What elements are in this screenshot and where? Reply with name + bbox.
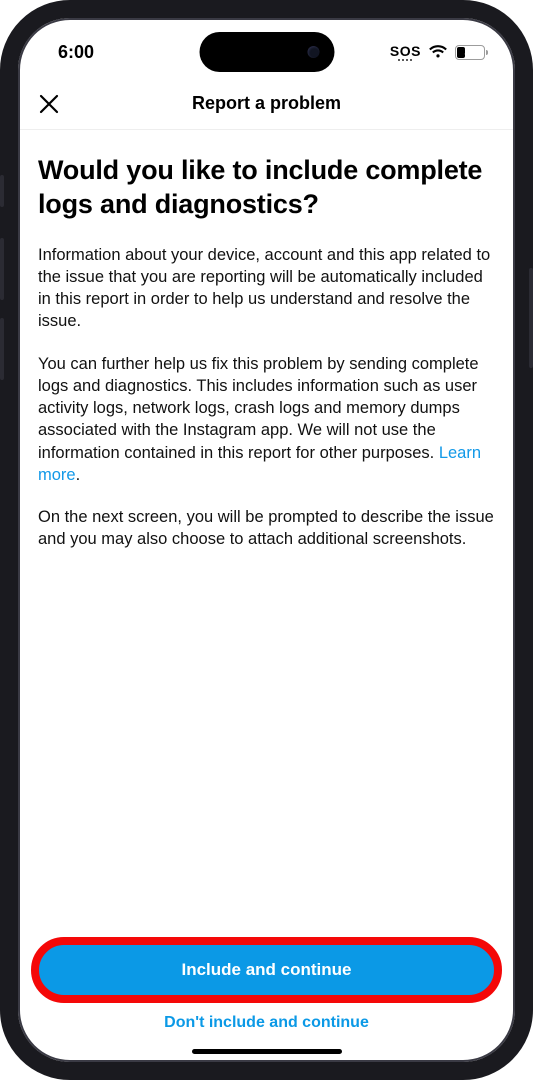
battery-percent: 27 xyxy=(456,47,484,58)
paragraph-1: Information about your device, account a… xyxy=(38,244,495,333)
content-area: Would you like to include complete logs … xyxy=(18,130,515,944)
headline: Would you like to include complete logs … xyxy=(38,154,495,222)
include-continue-button[interactable]: Include and continue xyxy=(38,944,495,996)
paragraph-3: On the next screen, you will be prompted… xyxy=(38,506,495,551)
status-time: 6:00 xyxy=(58,42,94,63)
dont-include-continue-button[interactable]: Don't include and continue xyxy=(156,1010,377,1036)
sos-indicator: SOS xyxy=(390,44,421,61)
wifi-icon xyxy=(428,45,448,59)
footer-actions: Include and continue Don't include and c… xyxy=(18,944,515,1062)
page-title: Report a problem xyxy=(18,93,515,114)
status-right: SOS 27 xyxy=(390,44,485,61)
battery-icon: 27 xyxy=(455,45,485,60)
home-indicator[interactable] xyxy=(192,1049,342,1054)
nav-bar: Report a problem xyxy=(18,78,515,130)
close-icon[interactable] xyxy=(32,87,66,121)
paragraph-2: You can further help us fix this problem… xyxy=(38,353,495,487)
dynamic-island xyxy=(199,32,334,72)
